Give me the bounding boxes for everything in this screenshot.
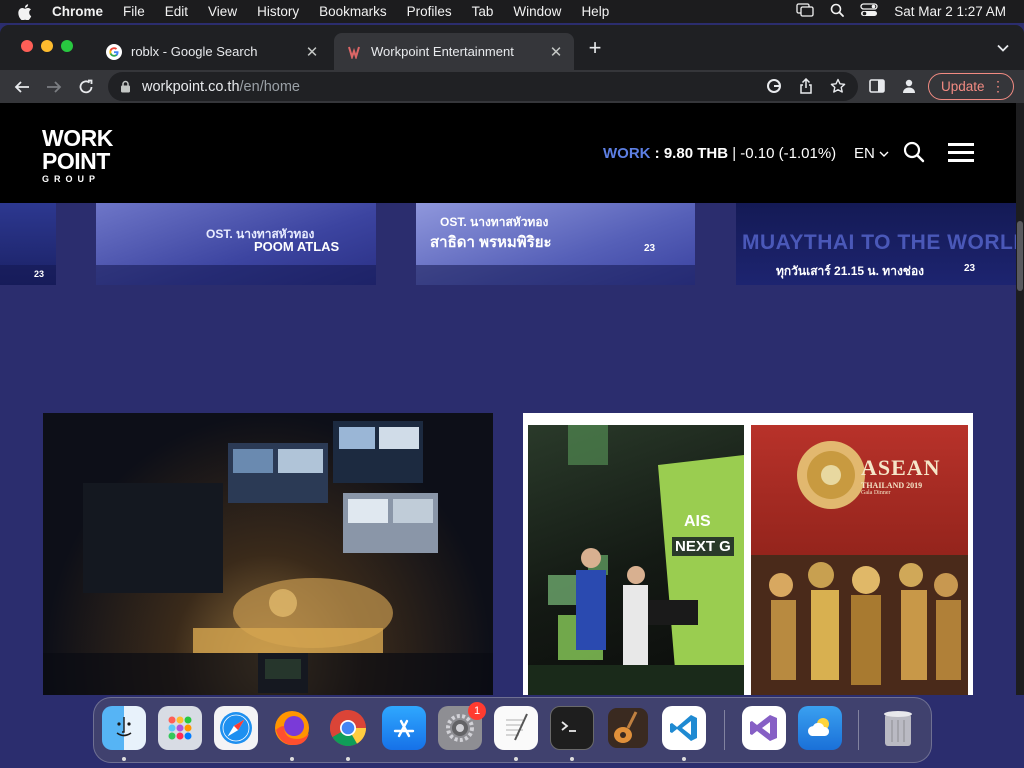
url-text: workpoint.co.th/en/home: [142, 78, 300, 95]
finder-icon[interactable]: [102, 706, 146, 750]
page-scrollbar[interactable]: [1016, 103, 1024, 695]
banner-slide[interactable]: OST. นางทาสหัวทอง POOM ATLAS: [96, 203, 376, 285]
chrome-icon[interactable]: [326, 706, 370, 750]
chrome-window: roblx - Google Search ✕ Workpoint Entert…: [0, 25, 1024, 695]
side-panel-icon[interactable]: [866, 75, 888, 97]
menu-edit[interactable]: Edit: [165, 4, 188, 19]
trash-icon[interactable]: [876, 706, 920, 750]
back-arrow-icon[interactable]: [10, 75, 34, 99]
window-close-button[interactable]: [21, 40, 33, 52]
garageband-icon[interactable]: [606, 706, 650, 750]
studio-photo-graphic: [43, 421, 493, 695]
weather-icon[interactable]: [798, 706, 842, 750]
asean-banner-text: ASEAN THAILAND 2019 Gala Dinner: [861, 455, 941, 496]
menu-profiles[interactable]: Profiles: [407, 4, 452, 19]
menu-file[interactable]: File: [123, 4, 145, 19]
tab-google-search[interactable]: roblx - Google Search ✕: [94, 33, 330, 70]
workpoint-logo[interactable]: WORK POINT GROUP: [42, 127, 113, 184]
safari-icon[interactable]: [214, 706, 258, 750]
site-header: WORK POINT GROUP WORK : 9.80 THB | -0.10…: [0, 103, 1016, 203]
tab-workpoint[interactable]: Workpoint Entertainment ✕: [334, 33, 574, 70]
screen-mirroring-icon[interactable]: [796, 3, 814, 20]
macos-dock: 1: [93, 697, 932, 763]
hamburger-menu-icon[interactable]: [948, 143, 974, 163]
scrollbar-thumb[interactable]: [1017, 221, 1023, 291]
banner-slide[interactable]: OST. นางทาสหัวทอง สาธิดา พรหมพิริยะ 23: [416, 203, 695, 285]
update-label: Update: [941, 79, 985, 94]
update-button[interactable]: Update ⋮: [928, 73, 1014, 100]
menu-view[interactable]: View: [208, 4, 237, 19]
reload-icon[interactable]: [74, 75, 98, 99]
menu-window[interactable]: Window: [513, 4, 561, 19]
close-tab-icon[interactable]: ✕: [546, 42, 566, 62]
tab-title: roblx - Google Search: [131, 44, 258, 59]
tab-strip: roblx - Google Search ✕ Workpoint Entert…: [0, 25, 1024, 70]
photo-studio-control-room[interactable]: [43, 413, 493, 695]
profile-avatar-icon[interactable]: [898, 75, 920, 97]
language-selector[interactable]: EN: [854, 145, 889, 162]
menu-bookmarks[interactable]: Bookmarks: [319, 4, 387, 19]
system-preferences-icon[interactable]: 1: [438, 702, 486, 750]
window-zoom-button[interactable]: [61, 40, 73, 52]
workpoint-favicon-icon: [346, 44, 362, 60]
photo-asean-gala-dinner: ASEAN THAILAND 2019 Gala Dinner: [751, 425, 968, 695]
lock-icon[interactable]: [120, 80, 132, 93]
google-g-icon: [106, 43, 122, 60]
window-minimize-button[interactable]: [41, 40, 53, 52]
web-page: WORK POINT GROUP WORK : 9.80 THB | -0.10…: [0, 103, 1016, 695]
app-store-icon[interactable]: [382, 706, 426, 750]
share-icon[interactable]: [795, 75, 817, 97]
ais-logo-text: AIS: [684, 513, 711, 530]
vscode-icon[interactable]: [662, 706, 706, 750]
search-icon[interactable]: [903, 141, 925, 163]
address-bar[interactable]: workpoint.co.th/en/home: [108, 72, 858, 101]
chevron-down-icon: [879, 151, 889, 157]
control-center-icon[interactable]: [860, 3, 878, 20]
textedit-icon[interactable]: [494, 706, 538, 750]
menu-history[interactable]: History: [257, 4, 299, 19]
browser-toolbar: workpoint.co.th/en/home Update ⋮: [0, 70, 1024, 103]
macos-menu-bar: Chrome File Edit View History Bookmarks …: [0, 0, 1024, 23]
bookmark-star-icon[interactable]: [827, 75, 849, 97]
google-lens-icon[interactable]: [763, 75, 785, 97]
notification-badge: 1: [468, 702, 486, 720]
close-tab-icon[interactable]: ✕: [302, 42, 322, 62]
menu-help[interactable]: Help: [581, 4, 609, 19]
firefox-icon[interactable]: [270, 706, 314, 750]
nextg-logo-text: NEXT G: [672, 537, 734, 556]
menu-bar-clock[interactable]: Sat Mar 2 1:27 AM: [894, 4, 1006, 19]
banner-slide[interactable]: MUAYTHAI TO THE WORLD ทุกวันเสาร์ 21.15 …: [736, 203, 1016, 285]
terminal-icon[interactable]: [550, 706, 594, 750]
menu-tab[interactable]: Tab: [472, 4, 494, 19]
more-vertical-icon[interactable]: ⋮: [991, 78, 1005, 95]
tab-search-chevron-icon[interactable]: [996, 41, 1010, 55]
menu-chrome[interactable]: Chrome: [52, 4, 103, 19]
banner-slide[interactable]: 23: [0, 203, 56, 285]
visual-studio-icon[interactable]: [742, 706, 786, 750]
tab-title: Workpoint Entertainment: [371, 44, 514, 59]
photo-collage-events[interactable]: AIS NEXT G ASEAN THAILAND 2019 Gala Dinn…: [523, 413, 973, 695]
launchpad-icon[interactable]: [158, 706, 202, 750]
photo-ais-nextg-show: AIS NEXT G: [528, 425, 744, 695]
forward-arrow-icon[interactable]: [42, 75, 66, 99]
spotlight-search-icon[interactable]: [830, 3, 845, 20]
new-tab-button[interactable]: +: [584, 37, 606, 60]
stock-ticker: WORK : 9.80 THB | -0.10 (-1.01%): [603, 145, 837, 162]
apple-icon[interactable]: [18, 3, 38, 20]
